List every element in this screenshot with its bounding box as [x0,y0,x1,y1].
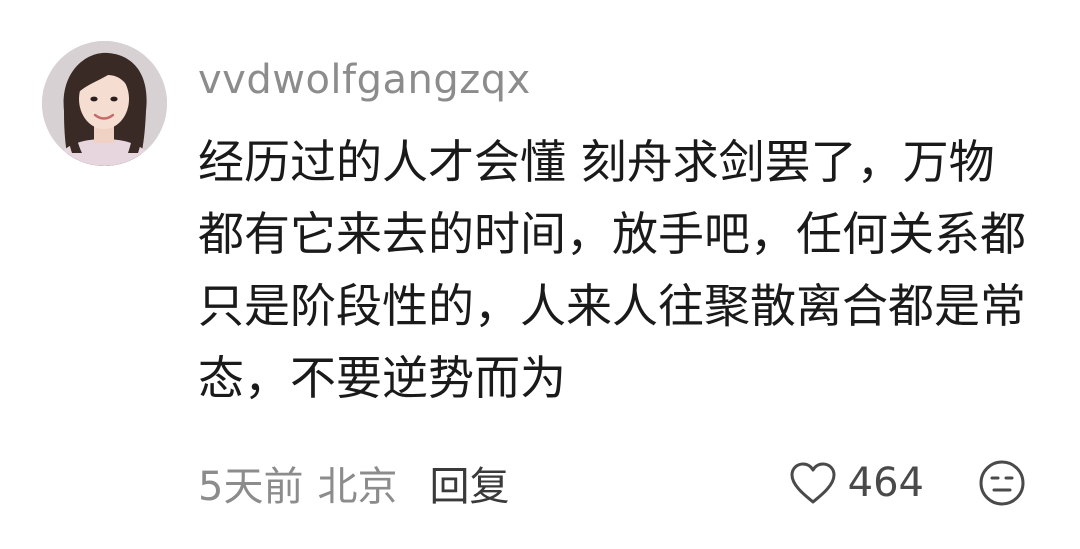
comment-actions: 464 [788,454,1026,512]
comment-location: 北京 [317,464,398,510]
avatar[interactable] [42,41,167,166]
comment-time: 5天前 [198,464,304,510]
comment-item: vvdwolfgangzqx 经历过的人才会懂 刻舟求剑罢了，万物都有它来去的时… [0,0,1080,549]
comment-text: 经历过的人才会懂 刻舟求剑罢了，万物都有它来去的时间，放手吧，任何关系都只是阶段… [198,135,1026,405]
like-button[interactable]: 464 [788,460,924,506]
comment-meta: 5天前 北京 回复 [198,454,509,512]
dislike-button[interactable] [978,459,1026,507]
username[interactable]: vvdwolfgangzqx [198,52,531,108]
reply-button[interactable]: 回复 [429,454,509,512]
avatar-image [42,41,167,166]
neutral-face-icon [979,460,1025,506]
like-count: 464 [847,460,924,506]
heart-outline-icon [790,462,836,504]
